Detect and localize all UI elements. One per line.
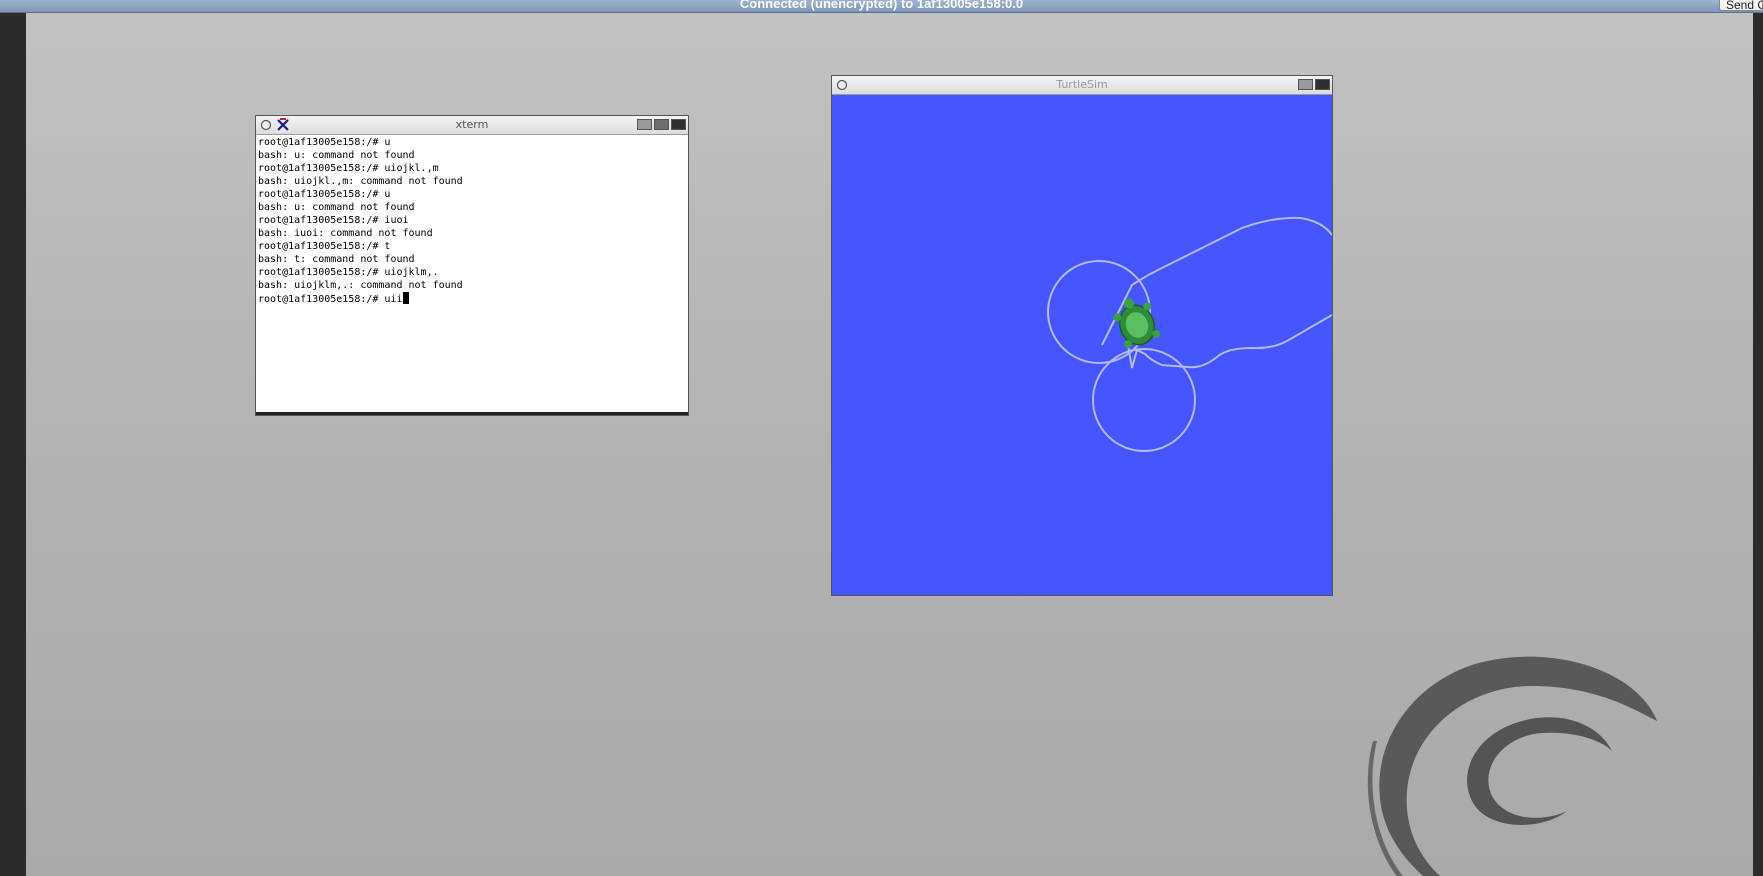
xterm-window[interactable]: xterm root@1af13005e158:/# u bash: u: com…: [255, 115, 689, 416]
terminal-line: root@1af13005e158:/# uiojkl.,m: [258, 163, 439, 174]
terminal-current-input: root@1af13005e158:/# uii: [258, 294, 403, 305]
turtlesim-canvas: [832, 95, 1332, 595]
xterm-title: xterm: [455, 118, 489, 131]
terminal-line: root@1af13005e158:/# t: [258, 241, 391, 252]
canvas-background: [832, 95, 1332, 595]
terminal-line: bash: u: command not found: [258, 202, 415, 213]
terminal-line: bash: u: command not found: [258, 150, 415, 161]
debian-swirl-logo: [1367, 656, 1657, 876]
minimize-button[interactable]: [637, 119, 652, 130]
vnc-status-bar: Connected (unencrypted) to 1af13005e158:…: [0, 0, 1763, 13]
terminal-line: bash: uiojkl.,m: command not found: [258, 176, 463, 187]
terminal-prompt-line[interactable]: root@1af13005e158:/# uii: [258, 292, 687, 306]
terminal-line: bash: iuoi: command not found: [258, 228, 433, 239]
terminal-bottom-border: [256, 412, 688, 415]
desktop[interactable]: xterm root@1af13005e158:/# u bash: u: com…: [26, 13, 1753, 876]
terminal-line: root@1af13005e158:/# u: [258, 189, 391, 200]
text-cursor: [402, 292, 409, 304]
send-ctrl-alt-del-button[interactable]: Send CtrlAltDel: [1719, 0, 1763, 11]
turtlesim-titlebar[interactable]: TurtleSim: [832, 76, 1332, 95]
xterm-titlebar[interactable]: xterm: [256, 116, 688, 135]
terminal-line: root@1af13005e158:/# iuoi: [258, 215, 409, 226]
turtlesim-window[interactable]: TurtleSim: [831, 75, 1333, 596]
turtlesim-title: TurtleSim: [1056, 78, 1108, 91]
terminal-output[interactable]: root@1af13005e158:/# u bash: u: command n…: [257, 135, 687, 412]
close-button[interactable]: [671, 119, 686, 130]
terminal-line: bash: uiojklm,.: command not found: [258, 280, 463, 291]
close-button[interactable]: [1315, 79, 1330, 90]
minimize-button[interactable]: [1298, 79, 1313, 90]
terminal-line: bash: t: command not found: [258, 254, 415, 265]
terminal-line: root@1af13005e158:/# u: [258, 137, 391, 148]
vnc-connection-status: Connected (unencrypted) to 1af13005e158:…: [739, 0, 1024, 11]
terminal-line: root@1af13005e158:/# uiojklm,.: [258, 267, 439, 278]
maximize-button[interactable]: [654, 119, 669, 130]
